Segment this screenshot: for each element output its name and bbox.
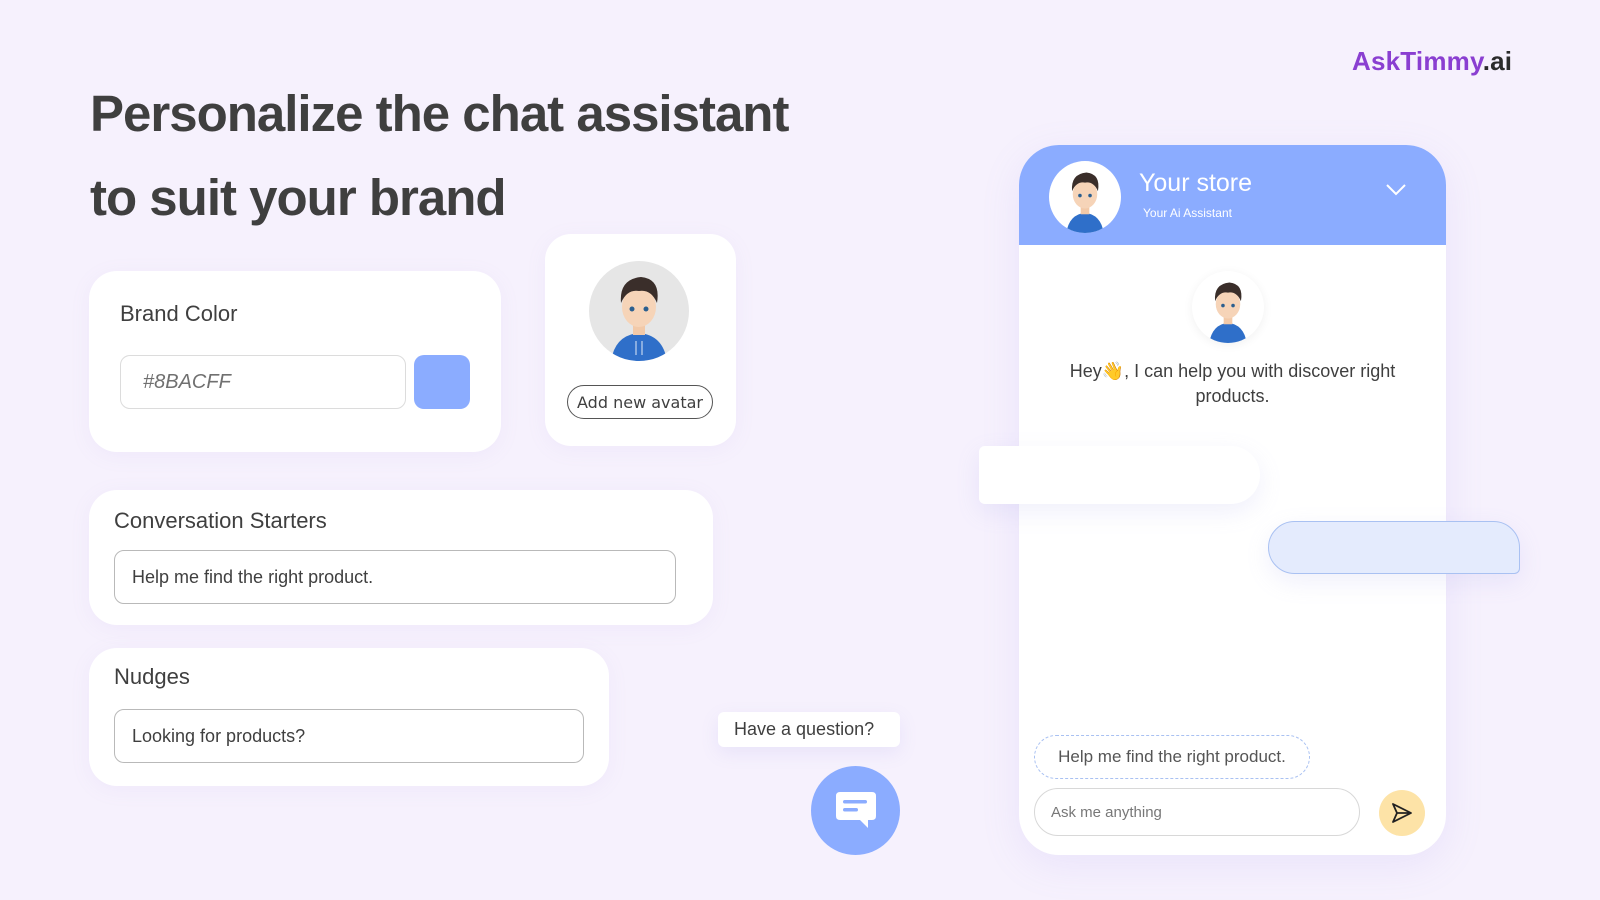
conversation-starters-label: Conversation Starters bbox=[114, 508, 327, 533]
send-icon bbox=[1392, 803, 1412, 823]
chat-header: Your store Your Ai Assistant bbox=[1019, 145, 1446, 245]
brand-color-label: Brand Color bbox=[120, 301, 238, 326]
logo-name: AskTimmy bbox=[1352, 46, 1483, 76]
bot-message-bubble bbox=[979, 446, 1260, 504]
store-name: Your store bbox=[1139, 169, 1253, 197]
page-title: Personalize the chat assistant to suit y… bbox=[90, 72, 789, 240]
add-new-avatar-button[interactable]: Add new avatar bbox=[567, 385, 713, 419]
assistant-subtitle: Your Ai Assistant bbox=[1143, 206, 1232, 220]
nudge-tooltip[interactable]: Have a question? bbox=[718, 712, 900, 747]
welcome-message: Hey👋, I can help you with discover right… bbox=[1069, 361, 1396, 406]
conversation-starters-card: Conversation Starters Help me find the r… bbox=[89, 490, 713, 625]
brand-color-card: Brand Color #8BACFF bbox=[89, 271, 501, 452]
nudges-label: Nudges bbox=[114, 664, 190, 689]
avatar-icon bbox=[589, 261, 689, 361]
user-message-bubble bbox=[1268, 521, 1520, 574]
logo-suffix: .ai bbox=[1482, 46, 1513, 76]
chat-launcher-button[interactable] bbox=[811, 766, 900, 855]
chevron-down-icon[interactable] bbox=[1385, 183, 1407, 197]
title-line-1: Personalize the chat assistant bbox=[90, 85, 789, 142]
conversation-starter-input[interactable]: Help me find the right product. bbox=[114, 550, 676, 604]
asktimmy-logo: AskTimmy.ai bbox=[1352, 46, 1512, 77]
brand-color-input[interactable]: #8BACFF bbox=[120, 355, 406, 409]
nudge-input[interactable]: Looking for products? bbox=[114, 709, 584, 763]
avatar-card: Add new avatar bbox=[545, 234, 736, 446]
brand-color-swatch[interactable] bbox=[414, 355, 470, 409]
title-line-2: to suit your brand bbox=[90, 169, 507, 226]
send-button[interactable] bbox=[1379, 790, 1425, 836]
assistant-avatar-icon bbox=[1049, 161, 1121, 233]
conversation-starter-chip[interactable]: Help me find the right product. bbox=[1034, 735, 1310, 779]
chat-message-input[interactable]: Ask me anything bbox=[1034, 788, 1360, 836]
nudges-card: Nudges Looking for products? bbox=[89, 648, 609, 786]
welcome-avatar-icon bbox=[1192, 271, 1264, 343]
chat-bubble-icon bbox=[835, 791, 876, 828]
